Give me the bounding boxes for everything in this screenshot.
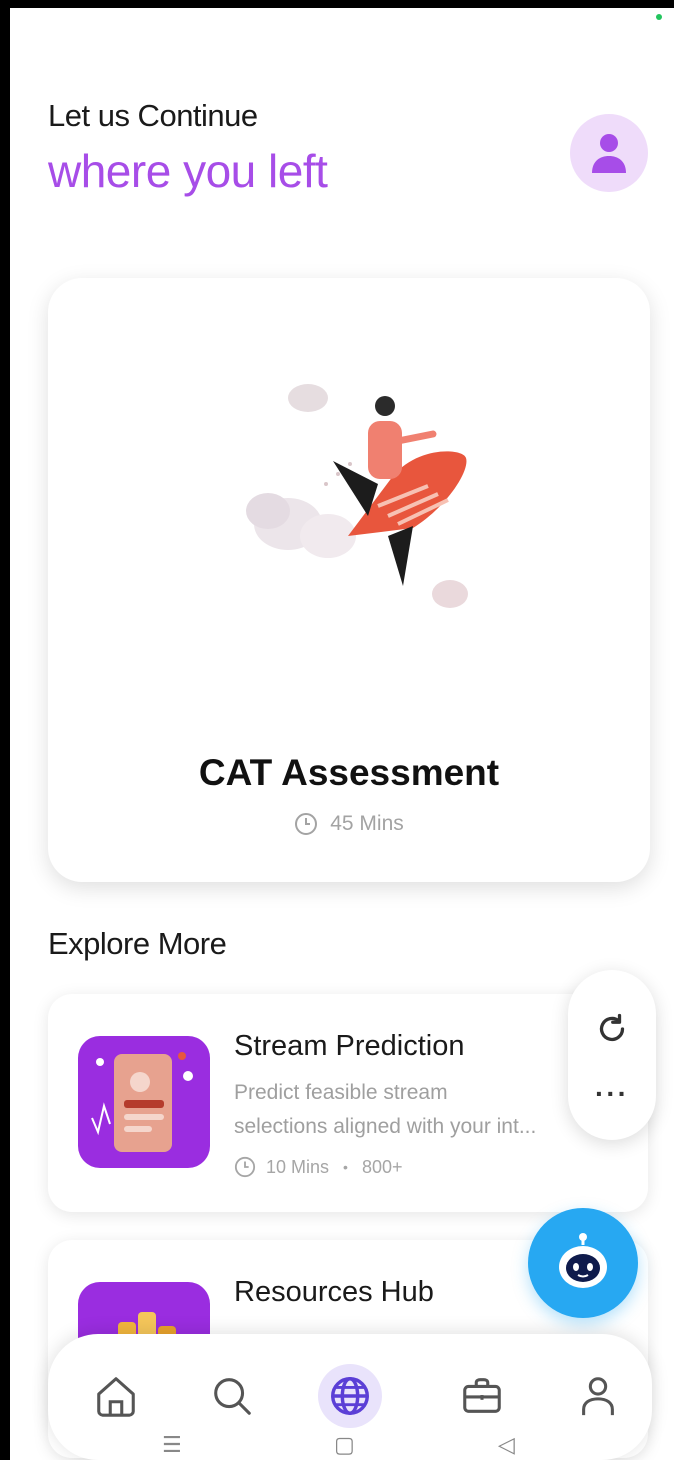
item-title: Stream Prediction [234, 1030, 465, 1062]
system-home-icon[interactable]: ▢ [334, 1432, 355, 1458]
briefcase-icon [463, 1378, 501, 1413]
assistant-bot-button[interactable] [528, 1208, 638, 1318]
item-title: Resources Hub [234, 1276, 434, 1308]
nav-jobs[interactable] [454, 1368, 510, 1424]
item-description: Predict feasible stream selections align… [234, 1076, 564, 1144]
nav-search[interactable] [204, 1368, 260, 1424]
system-menu-icon[interactable]: ☰ [162, 1432, 182, 1458]
meta-separator: • [343, 1159, 348, 1175]
app-screen: Let us Continue where you left CAT Asses… [10, 8, 674, 1460]
bot-icon [559, 1233, 607, 1288]
floating-action-pill: ··· [568, 970, 656, 1140]
greeting-highlight: where you left [48, 145, 328, 197]
clock-icon [234, 1156, 256, 1178]
profile-icon [582, 1377, 614, 1416]
nav-explore[interactable] [318, 1364, 382, 1428]
list-item-stream-prediction[interactable]: Stream Prediction Predict feasible strea… [48, 994, 648, 1212]
assessment-title: CAT Assessment [198, 752, 500, 793]
globe-icon [331, 1377, 369, 1415]
description-line-1: Predict feasible stream [234, 1081, 448, 1104]
refresh-icon[interactable] [594, 1011, 630, 1047]
description-line-2: selections aligned with your int... [234, 1115, 537, 1138]
clock-icon [295, 813, 318, 835]
phone-illustration [91, 1052, 193, 1152]
item-count: 800+ [361, 1156, 403, 1177]
search-icon [214, 1378, 251, 1415]
system-back-icon[interactable]: ◁ [498, 1432, 515, 1458]
nav-home[interactable] [88, 1368, 144, 1424]
item-meta: 10 Mins • 800+ [234, 1156, 402, 1178]
greeting-text: Let us Continue [48, 98, 258, 133]
avatar-button[interactable] [570, 114, 648, 192]
featured-assessment-card[interactable]: CAT Assessment 45 Mins [48, 278, 650, 882]
rocket-illustration [246, 384, 468, 608]
status-indicator [656, 14, 662, 20]
nav-profile[interactable] [570, 1368, 626, 1424]
home-icon [97, 1377, 135, 1417]
user-icon [592, 134, 626, 173]
duration-text: 45 Mins [330, 812, 404, 835]
explore-section-title: Explore More [48, 926, 227, 961]
more-icon[interactable]: ··· [595, 1080, 629, 1108]
stream-prediction-thumbnail [78, 1036, 210, 1168]
assessment-duration: 45 Mins [48, 812, 650, 836]
item-duration: 10 Mins [266, 1156, 330, 1177]
